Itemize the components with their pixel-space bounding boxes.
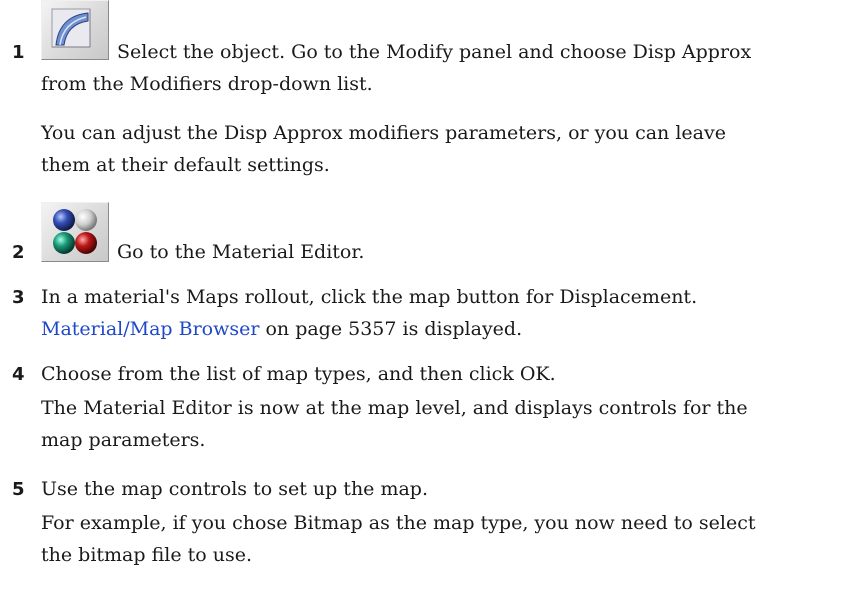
step-note: You can adjust the Disp Approx modifiers… xyxy=(41,122,726,144)
step-text: Go to the Material Editor. xyxy=(117,241,365,263)
step-number: 5 xyxy=(12,479,25,500)
material-editor-button[interactable] xyxy=(41,202,109,262)
step-text: Select the object. Go to the Modify pane… xyxy=(117,36,837,68)
step-number: 1 xyxy=(12,42,25,63)
step-text: Use the map controls to set up the map. xyxy=(41,478,429,500)
material-map-browser-link[interactable]: Material/Map Browser xyxy=(41,318,259,340)
curve-surface-icon xyxy=(51,8,91,48)
material-spheres-icon xyxy=(53,209,97,254)
step-number: 2 xyxy=(12,242,25,263)
modify-panel-button[interactable] xyxy=(41,0,109,60)
step-note-continued: map parameters. xyxy=(41,429,206,451)
step-text-continued: from the Modifiers drop-down list. xyxy=(41,73,373,95)
step-note: Material/Map Browser on page 5357 is dis… xyxy=(41,318,523,340)
step-note: For example, if you chose Bitmap as the … xyxy=(41,512,756,534)
step-text: In a material's Maps rollout, click the … xyxy=(41,286,698,308)
step-number: 3 xyxy=(12,287,25,308)
step-text: Choose from the list of map types, and t… xyxy=(41,363,556,385)
step-number: 4 xyxy=(12,364,25,385)
step-note: The Material Editor is now at the map le… xyxy=(41,397,748,419)
step-note-continued: the bitmap file to use. xyxy=(41,544,252,566)
step-note-continued: them at their default settings. xyxy=(41,154,330,176)
step-text-line: Select the object. Go to the Modify pane… xyxy=(117,41,752,63)
